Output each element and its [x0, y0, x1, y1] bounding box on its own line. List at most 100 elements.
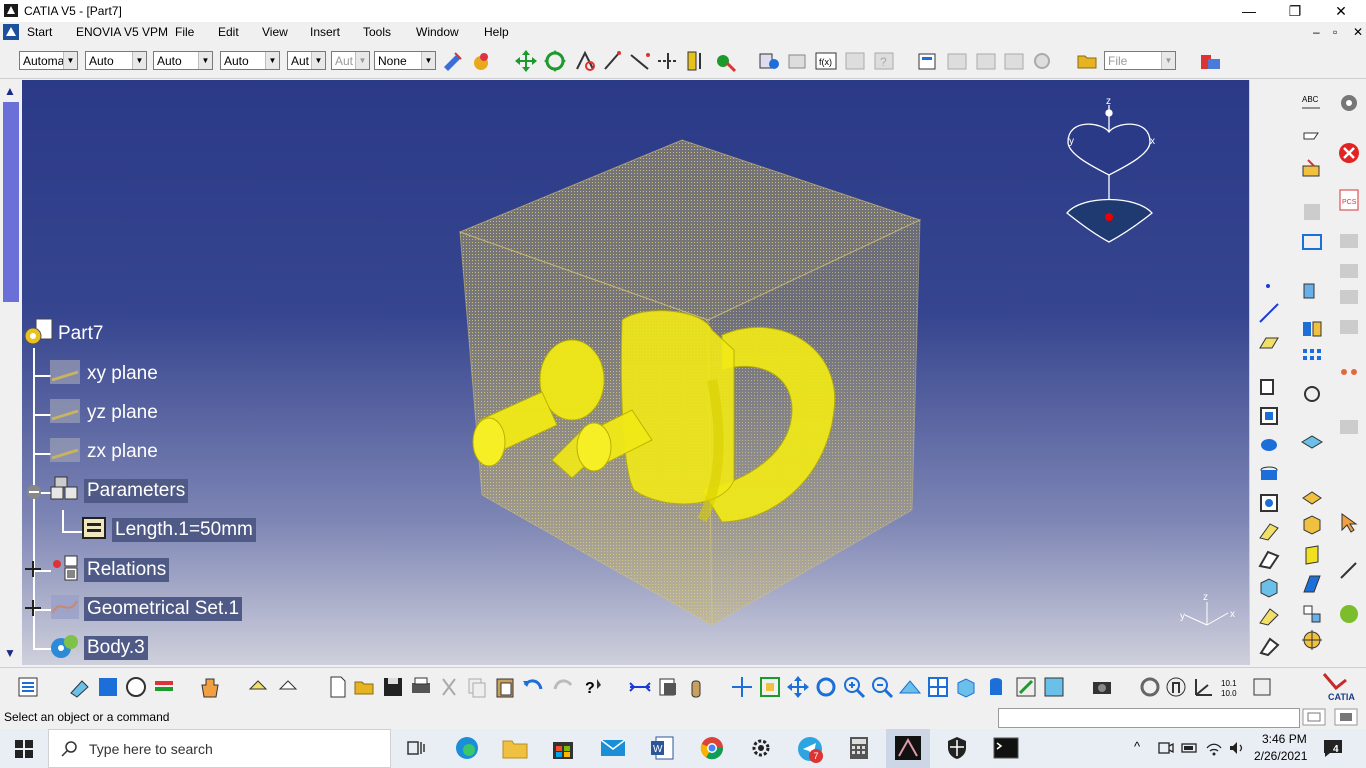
power-input-icon[interactable]	[1302, 708, 1326, 726]
chamfer-icon[interactable]	[1258, 635, 1280, 657]
rotate-view-icon[interactable]	[814, 675, 838, 699]
3d-viewport[interactable]: z x y z x y Part7 xy plane yz plane zx p…	[22, 80, 1249, 665]
positioned-sketch-icon[interactable]	[96, 675, 120, 699]
scroll-down-icon[interactable]: ▼	[4, 646, 16, 660]
pan-icon[interactable]	[514, 49, 538, 73]
multi-view-icon[interactable]	[926, 675, 950, 699]
swap-space-icon[interactable]	[1042, 675, 1066, 699]
doc-restore-button[interactable]: ▫	[1333, 25, 1337, 39]
menu-file[interactable]: File	[175, 25, 194, 39]
menu-edit[interactable]: Edit	[218, 25, 239, 39]
layers-icon[interactable]	[152, 675, 176, 699]
part-icon[interactable]	[24, 318, 56, 346]
bounding-icon[interactable]	[1300, 230, 1324, 254]
flexible-icon[interactable]	[628, 675, 652, 699]
undo-icon[interactable]	[521, 675, 545, 699]
layer-combo[interactable]: None ▼	[374, 51, 436, 70]
axis-tool-icon[interactable]	[1192, 675, 1216, 699]
tree-item-parameters[interactable]: Parameters	[84, 479, 189, 503]
task-view-icon[interactable]	[406, 738, 428, 760]
menu-enovia[interactable]: ENOVIA V5 VPM	[76, 25, 168, 39]
exit-red-icon[interactable]	[1338, 142, 1360, 164]
rib-icon[interactable]	[1258, 548, 1280, 570]
expand-plus-icon[interactable]	[24, 560, 42, 578]
body-icon[interactable]	[49, 632, 81, 660]
hand-tool-icon[interactable]	[198, 675, 222, 699]
paste-icon[interactable]	[493, 675, 517, 699]
hand-select-icon[interactable]	[1164, 675, 1188, 699]
teams-app[interactable]: 7	[797, 736, 823, 763]
security-shield-icon[interactable]	[946, 736, 968, 760]
inertia-icon[interactable]	[713, 49, 737, 73]
cursor-select-icon[interactable]	[1338, 512, 1360, 534]
loft-icon[interactable]	[1258, 520, 1280, 542]
specification-tree-icon[interactable]	[16, 675, 40, 699]
plane-tool-icon[interactable]	[1258, 332, 1280, 354]
vertical-scrollbar[interactable]: ▲ ▼	[0, 80, 22, 665]
formula-icon[interactable]	[786, 49, 810, 73]
knowledge-icon[interactable]	[757, 49, 781, 73]
tree-item-geometrical-set1[interactable]: Geometrical Set.1	[84, 597, 243, 621]
sketch-icon[interactable]	[601, 49, 625, 73]
print-icon[interactable]	[409, 675, 433, 699]
whats-this-icon[interactable]: ?	[581, 675, 605, 699]
clock-date[interactable]: 2/26/2021	[1254, 749, 1307, 763]
wifi-icon[interactable]	[1205, 740, 1223, 756]
collapse-minus-icon[interactable]	[26, 484, 42, 500]
parameters-icon[interactable]	[49, 475, 81, 503]
sweep-icon[interactable]	[1300, 484, 1324, 508]
measure-icon[interactable]	[573, 49, 597, 73]
battery-icon[interactable]	[1181, 741, 1199, 755]
point-symbol-combo[interactable]: Aut ▼	[287, 51, 326, 70]
define-work-object-icon[interactable]	[276, 675, 300, 699]
ruler-icon[interactable]	[684, 49, 708, 73]
refresh-icon[interactable]	[1138, 675, 1162, 699]
copy-object-icon[interactable]	[656, 675, 680, 699]
calculator-icon[interactable]	[848, 736, 870, 760]
cube-icon[interactable]	[1258, 576, 1280, 598]
tree-item-zx-plane[interactable]: zx plane	[84, 440, 161, 464]
doc-close-button[interactable]: ✕	[1353, 25, 1363, 39]
gear-icon[interactable]	[1338, 92, 1360, 114]
menu-insert[interactable]: Insert	[310, 25, 340, 39]
linetype-combo[interactable]: Auto ▼	[220, 51, 280, 70]
plane-icon[interactable]	[49, 397, 81, 425]
green-tool-icon[interactable]	[1338, 603, 1360, 625]
workbench-icon[interactable]	[124, 675, 148, 699]
enovia-icon[interactable]	[1198, 49, 1222, 73]
cylinder-view-icon[interactable]	[1250, 675, 1274, 699]
expand-plus-icon[interactable]	[24, 599, 42, 617]
tray-chevron-icon[interactable]: ^	[1134, 739, 1140, 754]
pattern-icon[interactable]	[1300, 346, 1324, 370]
catia-taskbar-item[interactable]	[886, 729, 930, 768]
tree-item-xy-plane[interactable]: xy plane	[84, 362, 161, 386]
scale-icon[interactable]: 10.110.0	[1220, 675, 1244, 699]
meet-icon[interactable]	[1158, 741, 1174, 755]
zoom-out-icon[interactable]	[870, 675, 894, 699]
action-center-button[interactable]: 4	[1322, 738, 1348, 760]
compass[interactable]	[1066, 105, 1153, 243]
terminal-icon[interactable]	[993, 737, 1019, 759]
pocket-icon[interactable]	[1300, 316, 1324, 340]
scroll-thumb[interactable]	[3, 102, 19, 302]
hide-show-icon[interactable]	[1014, 675, 1038, 699]
relations-icon[interactable]	[49, 554, 81, 582]
length-parameter-icon[interactable]	[77, 514, 109, 542]
taskbar-search[interactable]: Type here to search	[48, 729, 391, 768]
point-icon[interactable]	[1262, 280, 1274, 292]
prism-icon[interactable]	[1300, 542, 1324, 566]
volume-icon[interactable]	[1228, 740, 1246, 756]
surface-icon[interactable]	[1300, 430, 1324, 454]
minimize-button[interactable]: —	[1226, 0, 1272, 22]
tree-item-length1[interactable]: Length.1=50mm	[112, 518, 256, 542]
extrude-icon[interactable]	[1258, 376, 1280, 398]
word-icon[interactable]: W	[650, 735, 674, 761]
catalog-icon[interactable]	[916, 49, 940, 73]
rotate-icon[interactable]	[543, 49, 567, 73]
status-options-icon[interactable]	[1334, 708, 1358, 726]
plane-icon[interactable]	[49, 436, 81, 464]
flag-note-icon[interactable]	[1300, 125, 1324, 149]
fx-icon[interactable]: f(x)	[814, 49, 838, 73]
menu-window[interactable]: Window	[416, 25, 459, 39]
menu-view[interactable]: View	[262, 25, 288, 39]
